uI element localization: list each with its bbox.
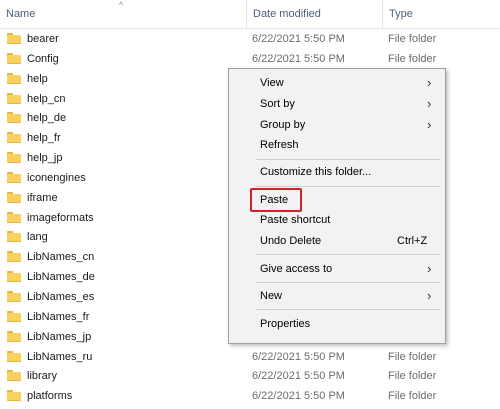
menu-item-give-access[interactable]: Give access to › [229, 259, 445, 279]
column-header-type[interactable]: Type [389, 0, 413, 28]
file-name: library [27, 370, 57, 383]
folder-icon [7, 251, 21, 263]
menu-item-label: Customize this folder... [260, 166, 372, 178]
menu-separator [256, 159, 440, 160]
menu-separator [256, 309, 440, 310]
file-name: iframe [27, 191, 58, 204]
file-type: File folder [388, 33, 437, 45]
file-date-modified: 6/22/2021 5:50 PM [252, 390, 345, 403]
folder-icon [7, 211, 21, 223]
file-name: LibNames_es [27, 290, 95, 303]
menu-item-sort-by[interactable]: Sort by › [229, 94, 445, 114]
chevron-right-icon: › [427, 288, 432, 303]
folder-icon [7, 171, 21, 183]
file-name: help_jp [27, 152, 63, 165]
folder-icon [7, 33, 21, 44]
folder-icon [7, 350, 21, 362]
folder-icon [7, 191, 21, 203]
folder-icon [7, 370, 21, 382]
file-name: LibNames_fr [27, 310, 90, 323]
folder-icon [7, 92, 21, 104]
file-type: File folder [388, 370, 437, 383]
file-name: bearer [27, 33, 59, 45]
menu-item-customize-folder[interactable]: Customize this folder... [229, 162, 445, 182]
folder-icon [7, 72, 21, 84]
menu-item-undo-delete[interactable]: Undo Delete Ctrl+Z [229, 231, 445, 251]
file-row[interactable]: library 6/22/2021 5:50 PM File folder [0, 365, 500, 385]
menu-item-label: View [260, 77, 284, 89]
folder-icon [7, 390, 21, 402]
context-menu: View › Sort by › Group by › Refresh Cust… [228, 68, 446, 344]
menu-item-label: Give access to [260, 263, 333, 275]
file-row[interactable]: bearer 6/22/2021 5:50 PM File folder [0, 28, 500, 48]
folder-icon [7, 310, 21, 322]
file-name: help_de [27, 112, 67, 125]
file-date-modified: 6/22/2021 5:50 PM [252, 370, 345, 383]
folder-icon [7, 152, 21, 164]
chevron-right-icon: › [427, 75, 432, 90]
file-type: File folder [388, 350, 437, 363]
menu-item-paste-shortcut[interactable]: Paste shortcut [229, 210, 445, 230]
file-name: platforms [27, 390, 73, 403]
menu-item-view[interactable]: View › [229, 73, 445, 93]
file-type: File folder [388, 390, 437, 403]
menu-item-refresh[interactable]: Refresh [229, 135, 445, 155]
menu-item-label: Undo Delete [260, 235, 322, 247]
folder-icon [7, 132, 21, 144]
paste-highlight-box [250, 188, 302, 212]
file-name: LibNames_de [27, 271, 95, 284]
file-name: help_fr [27, 132, 61, 145]
folder-icon [7, 112, 21, 124]
file-name: help_cn [27, 92, 66, 105]
file-name: lang [27, 231, 48, 244]
menu-item-label: Paste shortcut [260, 214, 331, 226]
file-name: help [27, 72, 48, 85]
menu-item-new[interactable]: New › [229, 286, 445, 306]
menu-item-label: Properties [260, 318, 311, 330]
menu-item-group-by[interactable]: Group by › [229, 115, 445, 135]
file-name: Config [27, 52, 59, 65]
file-date-modified: 6/22/2021 5:50 PM [252, 33, 345, 45]
file-row[interactable]: LibNames_ru 6/22/2021 5:50 PM File folder [0, 346, 500, 366]
folder-icon [7, 231, 21, 243]
file-date-modified: 6/22/2021 5:50 PM [252, 350, 345, 363]
column-divider[interactable] [246, 0, 247, 28]
menu-item-label: Sort by [260, 98, 295, 110]
keyboard-shortcut: Ctrl+Z [397, 235, 428, 247]
column-divider[interactable] [382, 0, 383, 28]
file-name: iconengines [27, 171, 86, 184]
menu-item-properties[interactable]: Properties [229, 314, 445, 334]
chevron-right-icon: › [427, 117, 432, 132]
file-type: File folder [388, 52, 437, 65]
menu-item-label: Group by [260, 119, 306, 131]
menu-item-label: Refresh [260, 139, 299, 151]
chevron-right-icon: › [427, 96, 432, 111]
file-name: LibNames_cn [27, 251, 95, 264]
folder-icon [7, 330, 21, 342]
chevron-right-icon: › [427, 261, 432, 276]
file-name: LibNames_jp [27, 330, 92, 343]
sort-ascending-icon: ^ [119, 0, 124, 10]
folder-icon [7, 290, 21, 302]
menu-separator [256, 186, 440, 187]
file-row[interactable]: Config 6/22/2021 5:50 PM File folder [0, 48, 500, 68]
column-header-bar: Name ^ Date modified Type [0, 0, 500, 29]
menu-separator [256, 282, 440, 283]
file-date-modified: 6/22/2021 5:50 PM [252, 52, 345, 65]
file-row[interactable]: platforms 6/22/2021 5:50 PM File folder [0, 385, 500, 405]
menu-separator [256, 254, 440, 255]
file-name: LibNames_ru [27, 350, 93, 363]
folder-icon [7, 52, 21, 64]
folder-icon [7, 271, 21, 283]
column-header-date-modified[interactable]: Date modified [253, 0, 321, 28]
column-header-name[interactable]: Name [6, 0, 35, 28]
file-name: imageformats [27, 211, 94, 224]
menu-item-label: New [260, 290, 283, 302]
